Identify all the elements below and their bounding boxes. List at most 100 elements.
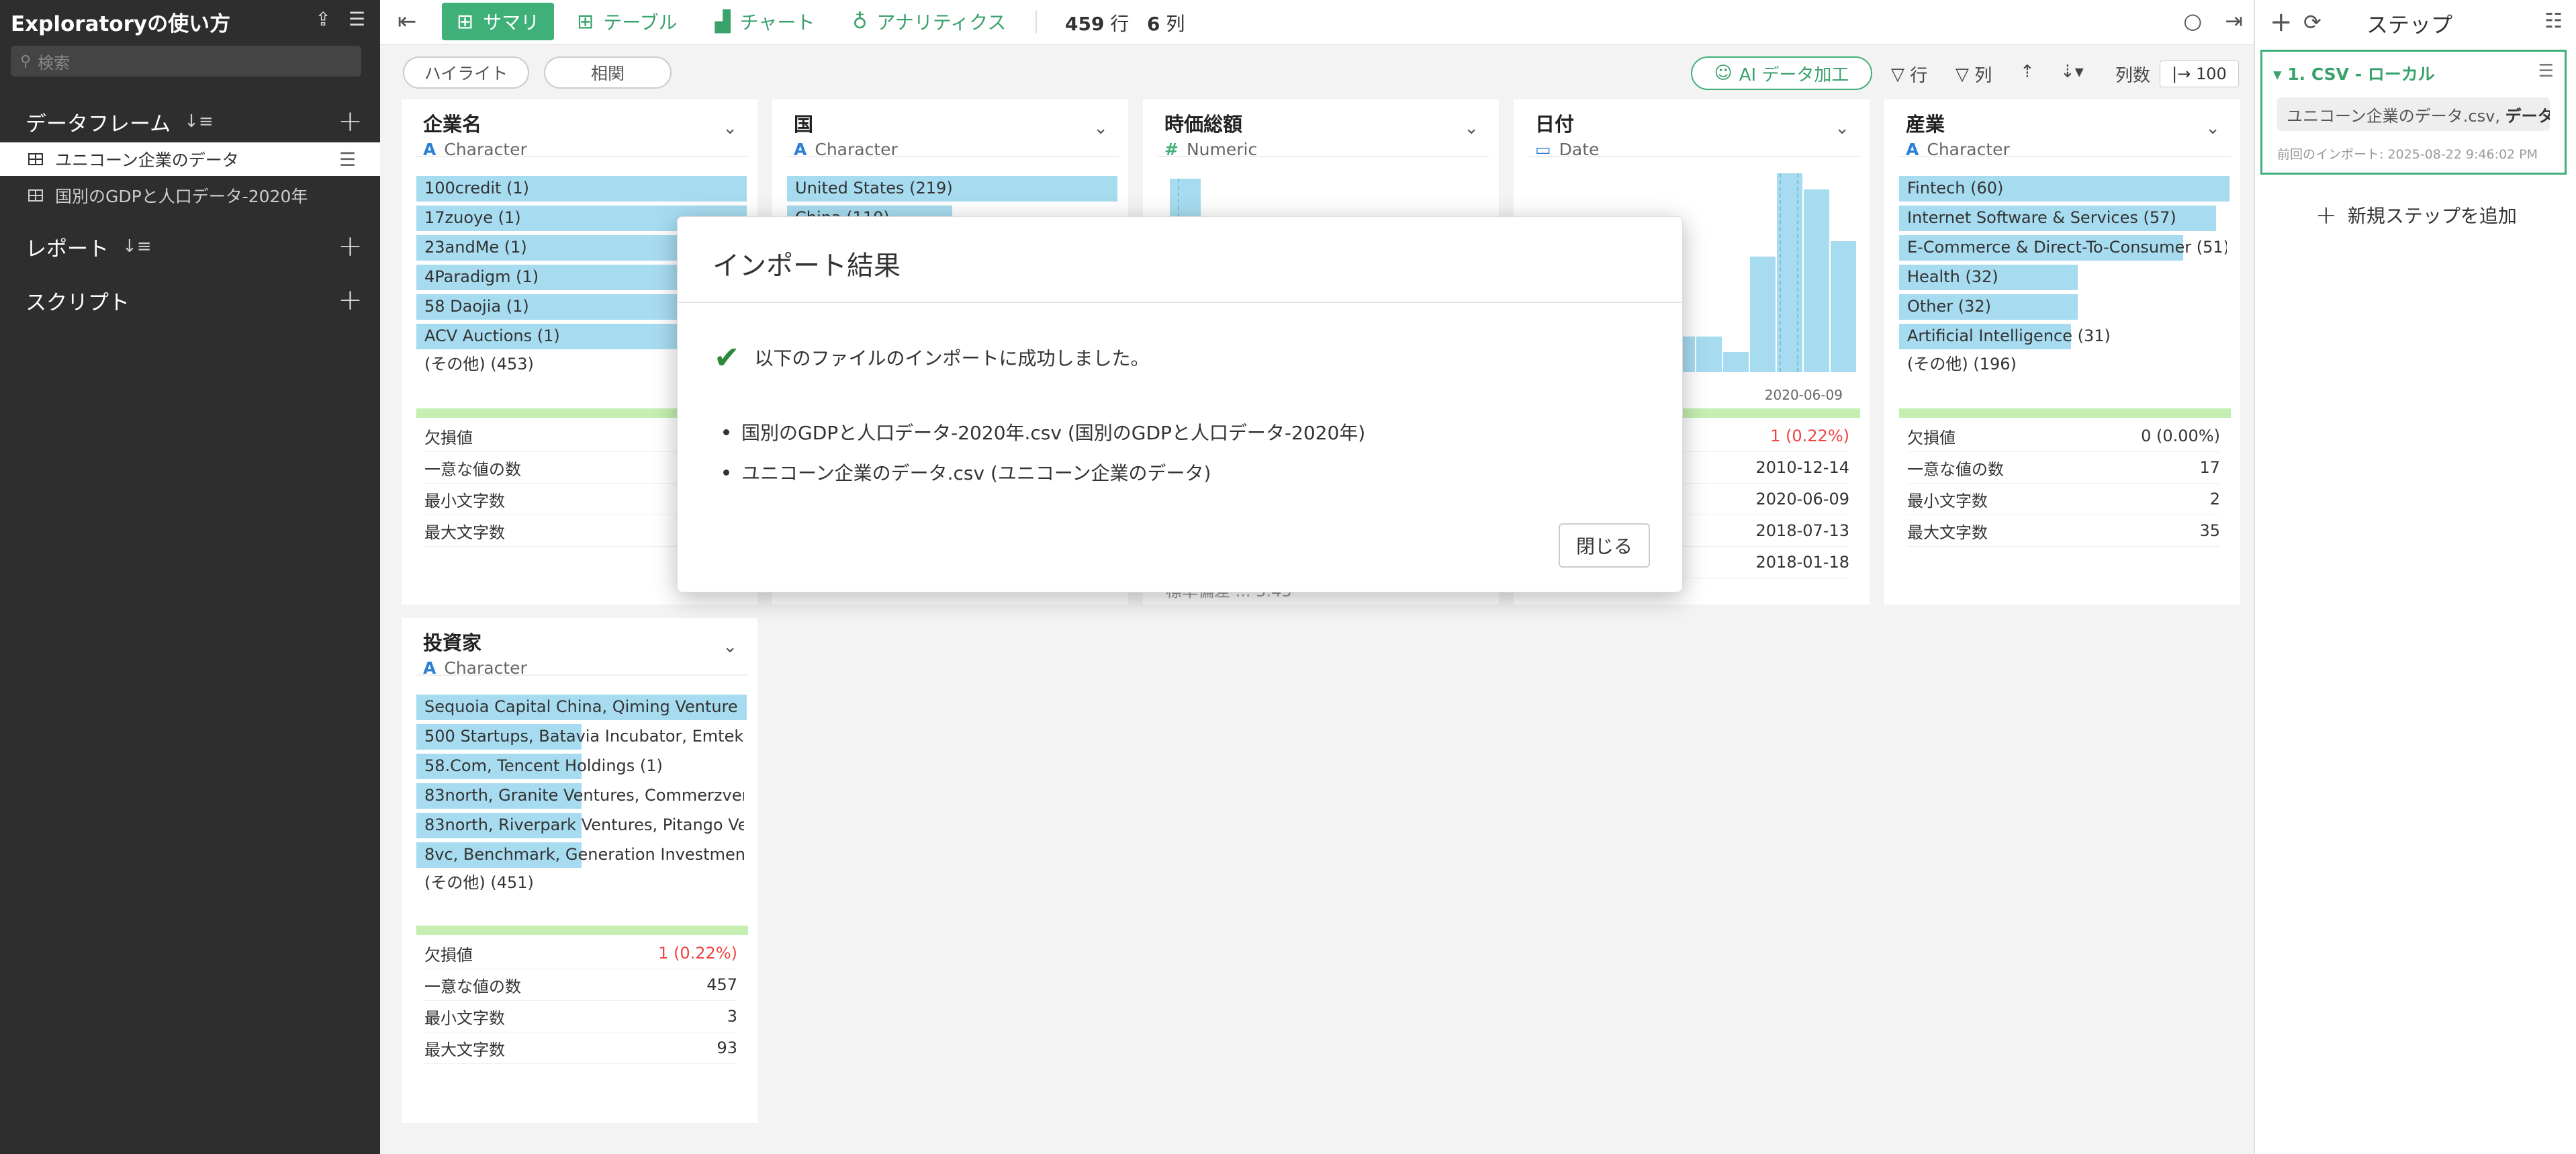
highlight-label: ハイライト bbox=[424, 64, 508, 83]
collapse-sidebar-icon[interactable]: ⇤ bbox=[398, 8, 417, 35]
column-name: 国 bbox=[794, 113, 814, 136]
sidebar-item-label: ユニコーン企業のデータ bbox=[55, 150, 239, 170]
bar-label: ACV Auctions (1) bbox=[424, 326, 560, 345]
card-header: 企業名 A Character bbox=[423, 109, 527, 159]
value-bar[interactable]: Sequoia Capital China, Qiming Venture Pa… bbox=[416, 692, 747, 721]
correlation-button[interactable]: 相関 bbox=[544, 56, 672, 89]
search-input[interactable]: ⚲ 検索 bbox=[11, 46, 361, 77]
table-icon: ⊞ bbox=[577, 9, 594, 34]
tab-summary[interactable]: ⊞ サマリ bbox=[442, 3, 555, 40]
sort-icon[interactable]: ↓≡ bbox=[122, 236, 152, 257]
grid-icon: ⊞ bbox=[457, 9, 474, 34]
value-bar[interactable]: United States (219) bbox=[787, 173, 1117, 203]
tab-label: テーブル bbox=[603, 11, 678, 34]
stat-value: 93 bbox=[717, 1038, 737, 1057]
plus-icon: + bbox=[2315, 200, 2337, 230]
histogram-bar bbox=[1750, 257, 1777, 372]
row-count-unit: 行 bbox=[1110, 13, 1130, 35]
value-bar[interactable]: 500 Startups, Batavia Incubator, Emtek G… bbox=[416, 721, 747, 751]
histogram-bar bbox=[1723, 352, 1750, 372]
refresh-icon[interactable]: ⟳ bbox=[2303, 9, 2321, 35]
sort-icon[interactable]: ↓≡ bbox=[184, 112, 214, 132]
stat-value: 0 (0.00%) bbox=[2141, 427, 2220, 445]
sidebar-header-icons: ⇪ ☰ bbox=[315, 8, 365, 30]
list-item: 国別のGDPと人口データ-2020年.csv (国別のGDPと人口データ-202… bbox=[723, 412, 1365, 452]
row-filter-label: 行 bbox=[1910, 66, 1928, 86]
add-icon[interactable]: + bbox=[2270, 7, 2293, 38]
value-bar[interactable]: 83north, Riverpark Ventures, Pitango Ven… bbox=[416, 810, 747, 840]
value-bar[interactable]: Fintech (60) bbox=[1899, 173, 2229, 203]
stat-key: 欠損値 bbox=[424, 428, 473, 447]
col-count-input[interactable]: |→ 100 bbox=[2160, 60, 2239, 87]
value-bar[interactable]: 83north, Granite Ventures, Commerzventu.… bbox=[416, 781, 747, 810]
toolbar-divider bbox=[1036, 11, 1037, 34]
col-count-unit: 列 bbox=[1166, 13, 1185, 35]
caret-down-icon[interactable]: ▾ bbox=[2273, 64, 2287, 84]
sort-up-button[interactable]: ⇡ bbox=[2020, 62, 2035, 82]
item-menu-icon[interactable]: ☰ bbox=[339, 148, 356, 171]
stat-value: 457 bbox=[706, 975, 737, 994]
row-filter-button[interactable]: ▽ 行 bbox=[1891, 62, 1927, 87]
download-button[interactable]: ⇣▾ bbox=[2060, 62, 2084, 82]
stat-key: 最小文字数 bbox=[424, 1008, 505, 1028]
value-bar[interactable]: Internet Software & Services (57) bbox=[1899, 203, 2229, 232]
histogram-bar bbox=[1831, 240, 1857, 372]
value-bar[interactable]: 100credit (1) bbox=[416, 173, 747, 203]
bar-label: Other (32) bbox=[1907, 297, 1992, 316]
steps-title: ステップ bbox=[2366, 12, 2453, 38]
bar-label: 100credit (1) bbox=[424, 179, 530, 197]
tab-table[interactable]: ⊞ テーブル bbox=[562, 3, 692, 40]
value-bar[interactable]: Artificial Intelligence (31) bbox=[1899, 321, 2229, 351]
histogram-bar bbox=[1696, 336, 1723, 372]
sidebar-item-gdp[interactable]: 国別のGDPと人口データ-2020年 bbox=[0, 179, 380, 212]
dialog-divider bbox=[678, 302, 1682, 303]
mean-line bbox=[1797, 173, 1798, 372]
value-bar[interactable]: 8vc, Benchmark, Generation Investment ..… bbox=[416, 840, 747, 869]
stat-key: 一意な値の数 bbox=[1907, 459, 2004, 479]
ai-button-label: AI データ加工 bbox=[1739, 64, 1849, 85]
step-card-csv[interactable]: ▾ 1. CSV - ローカル ☰ ユニコーン企業のデータ.csv, データ… … bbox=[2260, 50, 2567, 175]
stat-key: 最大文字数 bbox=[424, 523, 505, 542]
tab-chart[interactable]: ▟ チャート bbox=[700, 3, 830, 40]
stat-key: 最小文字数 bbox=[1907, 491, 1988, 511]
card-header: 産業 A Character bbox=[1906, 109, 2010, 159]
chevron-down-icon[interactable]: ⌄ bbox=[1093, 118, 1108, 138]
stat-key: 欠損値 bbox=[424, 945, 473, 965]
add-script-icon[interactable]: + bbox=[338, 285, 363, 315]
report-section-label: レポート bbox=[26, 236, 109, 261]
collapse-right-icon[interactable]: ⇥ bbox=[2225, 8, 2243, 34]
add-dataframe-icon[interactable]: + bbox=[338, 107, 363, 136]
add-step-button[interactable]: + 新規ステップを追加 bbox=[2315, 200, 2517, 230]
close-button[interactable]: 閉じる bbox=[1559, 523, 1650, 568]
step-menu-icon[interactable]: ☰ bbox=[2538, 61, 2554, 81]
sidebar-item-label: 国別のGDPと人口データ-2020年 bbox=[55, 187, 308, 206]
tab-analytics[interactable]: ♁ アナリティクス bbox=[837, 3, 1021, 40]
stat-key: 一意な値の数 bbox=[424, 459, 521, 479]
col-filter-button[interactable]: ▽ 列 bbox=[1956, 62, 1992, 87]
chevron-down-icon[interactable]: ⌄ bbox=[723, 637, 737, 657]
value-bar[interactable]: Other (32) bbox=[1899, 292, 2229, 321]
dialog-title: インポート結果 bbox=[712, 251, 901, 281]
card-header: 国 A Character bbox=[794, 109, 898, 159]
col-count: 6 列 bbox=[1147, 9, 1185, 36]
step-file-chip[interactable]: ユニコーン企業のデータ.csv, データ… bbox=[2277, 97, 2550, 131]
value-bar[interactable]: 58.Com, Tencent Holdings (1) bbox=[416, 751, 747, 781]
chevron-down-icon[interactable]: ⌄ bbox=[1464, 118, 1479, 138]
chevron-down-icon[interactable]: ⌄ bbox=[723, 118, 737, 138]
ai-data-wrangling-button[interactable]: ☺ AI データ加工 bbox=[1691, 56, 1872, 90]
add-report-icon[interactable]: + bbox=[338, 232, 363, 261]
hamburger-menu-icon[interactable]: ☰ bbox=[349, 8, 365, 30]
sort-up-icon: ⇡ bbox=[2020, 62, 2035, 82]
comment-icon[interactable]: ○ bbox=[2183, 8, 2202, 34]
column-card-industry: 産業 A Character ⌄ Fintech (60) Internet So… bbox=[1884, 99, 2240, 605]
sidebar-item-unicorn[interactable]: ユニコーン企業のデータ ☰ bbox=[0, 142, 380, 176]
chevron-down-icon[interactable]: ⌄ bbox=[2205, 118, 2220, 138]
project-title: Exploratoryの使い方 bbox=[11, 12, 231, 36]
upload-icon[interactable]: ⇪ bbox=[315, 8, 330, 30]
settings-sliders-icon[interactable]: ☷ bbox=[2544, 9, 2563, 33]
value-bar[interactable]: E-Commerce & Direct-To-Consumer (51) bbox=[1899, 232, 2229, 262]
highlight-button[interactable]: ハイライト bbox=[403, 56, 529, 89]
file-entry: ユニコーン企業のデータ.csv (ユニコーン企業のデータ) bbox=[741, 462, 1211, 484]
chevron-down-icon[interactable]: ⌄ bbox=[1835, 118, 1849, 138]
value-bar[interactable]: Health (32) bbox=[1899, 262, 2229, 292]
